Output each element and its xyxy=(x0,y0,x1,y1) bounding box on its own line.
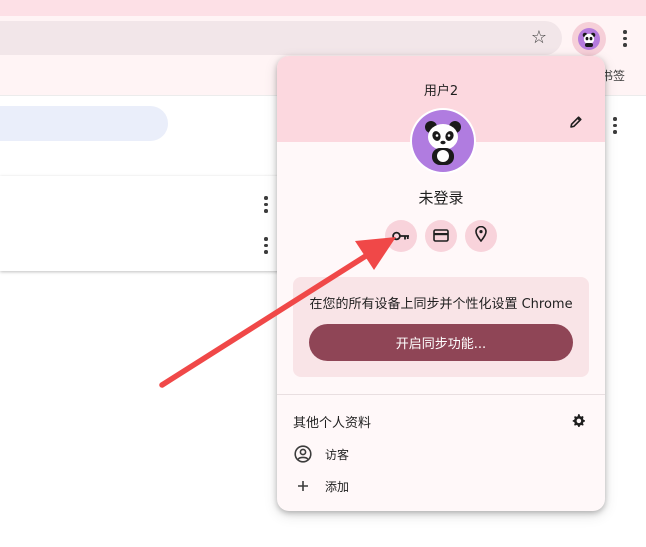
addresses-button[interactable] xyxy=(465,220,497,252)
card-row-more-icon[interactable] xyxy=(263,196,269,213)
content-search-box[interactable] xyxy=(0,106,168,141)
person-circle-icon xyxy=(293,444,313,464)
bookmark-star-icon[interactable]: ☆ xyxy=(528,27,550,49)
content-more-icon[interactable] xyxy=(612,117,618,134)
add-label: 添加 xyxy=(325,479,350,494)
address-bar[interactable] xyxy=(0,21,562,55)
manage-profiles-gear-icon[interactable] xyxy=(569,411,587,429)
plus-icon xyxy=(293,476,313,496)
signin-status: 未登录 xyxy=(418,189,464,207)
browser-menu-icon[interactable] xyxy=(622,30,628,47)
guest-label: 访客 xyxy=(325,447,350,462)
credit-card-icon xyxy=(433,227,449,246)
panda-avatar-icon xyxy=(412,110,474,172)
edit-profile-icon[interactable] xyxy=(565,111,587,133)
card-row-more-icon[interactable] xyxy=(263,237,269,254)
add-profile-item[interactable]: 添加 xyxy=(293,474,589,498)
content-card xyxy=(0,176,285,271)
sync-promo-text: 在您的所有设备上同步并个性化设置 Chrome xyxy=(309,297,573,312)
location-pin-icon xyxy=(475,225,487,246)
other-profiles-title: 其他个人资料 xyxy=(293,416,372,431)
turn-on-sync-button[interactable]: 开启同步功能... xyxy=(309,324,573,361)
profile-name: 用户2 xyxy=(423,84,459,99)
divider xyxy=(277,394,605,395)
payment-methods-button[interactable] xyxy=(425,220,457,252)
panda-avatar-icon xyxy=(578,28,600,50)
passwords-button[interactable] xyxy=(385,220,417,252)
key-icon xyxy=(392,227,410,246)
tab-strip xyxy=(0,0,646,16)
profile-avatar xyxy=(410,108,476,174)
sync-promo-box: 在您的所有设备上同步并个性化设置 Chrome 开启同步功能... xyxy=(293,277,589,377)
profile-menu-popup: 用户2 未登录 在您的所有设备上同步并个性化设置 Chrome 开启同步功能..… xyxy=(277,56,605,511)
guest-profile-item[interactable]: 访客 xyxy=(293,442,589,466)
profile-avatar-button[interactable] xyxy=(572,22,606,56)
